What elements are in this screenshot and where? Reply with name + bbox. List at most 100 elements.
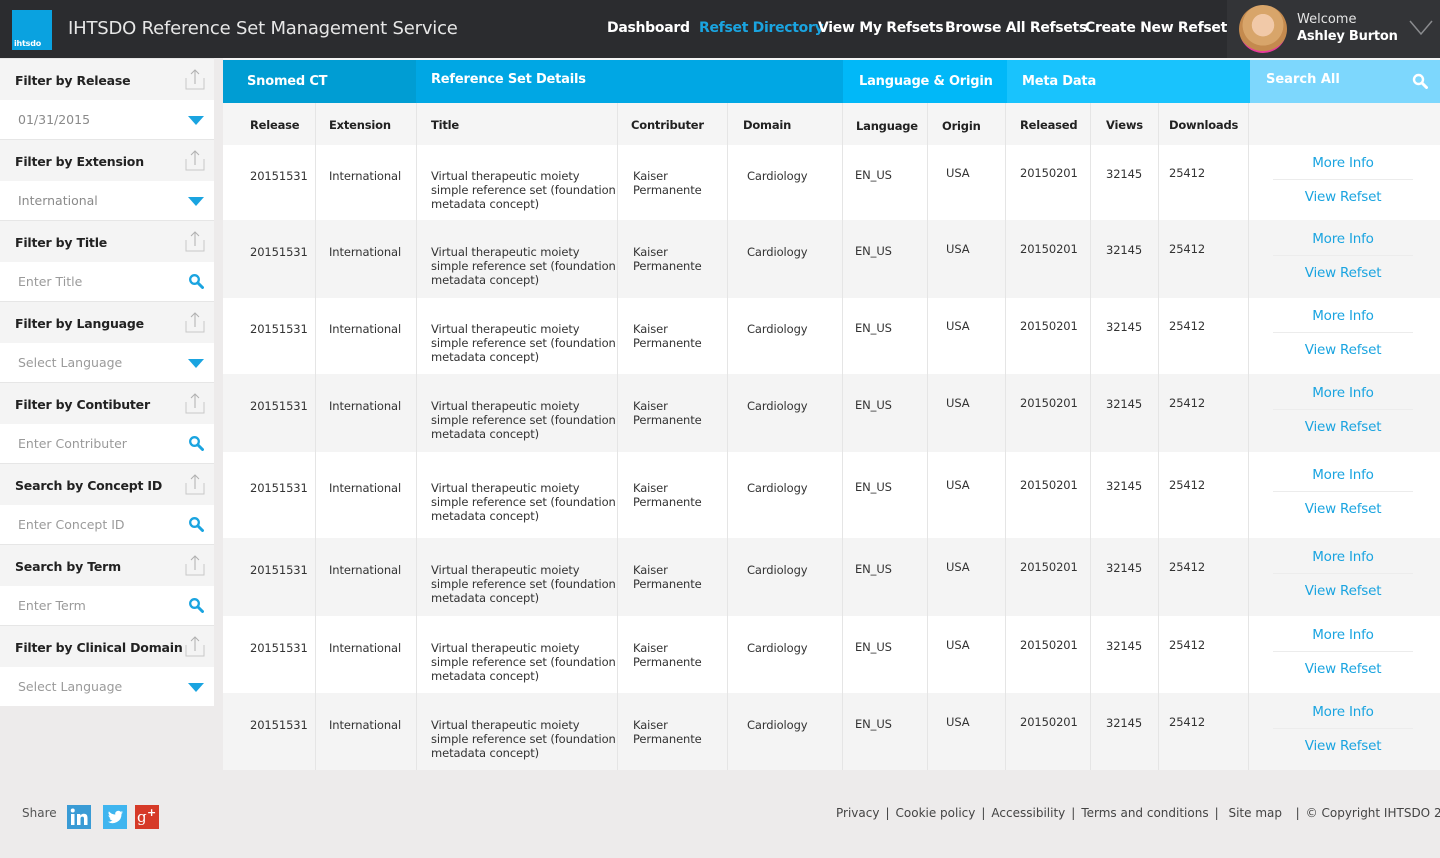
more-info-link[interactable]: More Info [1269, 385, 1417, 401]
cell-downloads: 25412 [1169, 478, 1206, 492]
more-info-link[interactable]: More Info [1269, 308, 1417, 324]
search-icon[interactable] [1412, 73, 1428, 89]
cell-origin: USA [946, 478, 970, 492]
footer-links: Privacy | Cookie policy | Accessibility | Term… [836, 806, 1440, 820]
more-info-link[interactable]: More Info [1269, 704, 1417, 720]
more-info-link[interactable]: More Info [1269, 549, 1417, 565]
avatar[interactable] [1239, 5, 1287, 53]
filter-header: Search by Term [0, 544, 214, 586]
footer-link-privacy[interactable]: Privacy [836, 806, 879, 820]
filter-search-field[interactable] [0, 424, 214, 463]
view-refset-link[interactable]: View Refset [1269, 661, 1417, 677]
nav-refset-directory[interactable]: Refset Directory [699, 20, 824, 36]
chevron-down-icon[interactable] [1409, 18, 1433, 38]
linkedin-icon[interactable] [67, 805, 91, 829]
upload-icon[interactable] [185, 392, 205, 414]
upload-icon[interactable] [185, 149, 205, 171]
dropdown-caret-icon[interactable] [188, 683, 204, 692]
filter-input[interactable] [18, 193, 178, 208]
footer-link-site-map[interactable]: Site map [1228, 806, 1282, 820]
upload-icon[interactable] [185, 473, 205, 495]
nav-create-new-refset[interactable]: Create New Refset [1085, 20, 1227, 36]
dropdown-caret-icon[interactable] [188, 359, 204, 368]
footer-link-accessibility[interactable]: Accessibility [991, 806, 1065, 820]
filter-label: Search by Term [15, 559, 121, 574]
filter-input[interactable] [18, 517, 178, 532]
filter-input[interactable] [18, 112, 178, 127]
filter-header: Filter by Language [0, 301, 214, 343]
view-refset-link[interactable]: View Refset [1269, 342, 1417, 358]
cell-downloads: 25412 [1169, 715, 1206, 729]
filter-input[interactable] [18, 436, 178, 451]
more-info-link[interactable]: More Info [1269, 627, 1417, 643]
google-plus-icon[interactable]: g + [135, 805, 159, 829]
filter-input[interactable] [18, 355, 178, 370]
filter-input[interactable] [18, 598, 178, 613]
cell-views: 32145 [1106, 320, 1143, 334]
upload-icon[interactable] [185, 554, 205, 576]
ihtsdo-logo[interactable]: ihtsdo [12, 10, 52, 50]
column-header-language[interactable]: Language [856, 119, 918, 133]
search-all-input[interactable] [1266, 72, 1406, 87]
footer-link-cookie-policy[interactable]: Cookie policy [896, 806, 976, 820]
filter-search-field[interactable] [0, 505, 214, 544]
cell-extension: International [329, 245, 402, 259]
dropdown-caret-icon[interactable] [188, 116, 204, 125]
filter-select[interactable] [0, 181, 214, 220]
filter-select[interactable] [0, 100, 214, 139]
view-refset-link[interactable]: View Refset [1269, 583, 1417, 599]
nav-dashboard[interactable]: Dashboard [607, 20, 690, 36]
column-header-domain[interactable]: Domain [743, 118, 791, 132]
column-header-release[interactable]: Release [250, 118, 300, 132]
view-refset-link[interactable]: View Refset [1269, 501, 1417, 517]
filter-select[interactable] [0, 667, 214, 706]
cell-contributer: Kaiser Permanente [633, 169, 702, 197]
column-header-released[interactable]: Released [1020, 118, 1078, 132]
cell-extension: International [329, 399, 402, 413]
column-header-views[interactable]: Views [1106, 118, 1143, 132]
dropdown-caret-icon[interactable] [188, 197, 204, 206]
cell-language: EN_US [855, 640, 892, 654]
nav-browse-all-refsets[interactable]: Browse All Refsets [945, 20, 1087, 36]
cell-views: 32145 [1106, 243, 1143, 257]
upload-icon[interactable] [185, 68, 205, 90]
view-refset-link[interactable]: View Refset [1269, 189, 1417, 205]
column-header-downloads[interactable]: Downloads [1169, 118, 1238, 132]
row-actions: More Info View Refset [1269, 549, 1417, 599]
tab-meta-data[interactable]: Meta Data [1007, 60, 1250, 103]
cell-origin: USA [946, 560, 970, 574]
view-refset-link[interactable]: View Refset [1269, 419, 1417, 435]
search-icon[interactable] [188, 435, 204, 451]
column-header-title[interactable]: Title [431, 118, 459, 132]
tab-language-origin[interactable]: Language & Origin [843, 60, 1007, 103]
twitter-icon[interactable] [103, 805, 127, 829]
view-refset-link[interactable]: View Refset [1269, 738, 1417, 754]
column-header-extension[interactable]: Extension [329, 118, 391, 132]
upload-icon[interactable] [185, 311, 205, 333]
more-info-link[interactable]: More Info [1269, 231, 1417, 247]
filter-input[interactable] [18, 679, 178, 694]
cell-downloads: 25412 [1169, 166, 1206, 180]
search-icon[interactable] [188, 273, 204, 289]
filter-search-field[interactable] [0, 586, 214, 625]
nav-view-my-refsets[interactable]: View My Refsets [818, 20, 944, 36]
more-info-link[interactable]: More Info [1269, 467, 1417, 483]
column-header-contributer[interactable]: Contributer [631, 118, 704, 132]
divider: | [1214, 806, 1219, 820]
cell-origin: USA [946, 242, 970, 256]
cell-contributer: Kaiser Permanente [633, 399, 702, 427]
upload-icon[interactable] [185, 230, 205, 252]
upload-icon[interactable] [185, 635, 205, 657]
search-icon[interactable] [188, 516, 204, 532]
filter-search-field[interactable] [0, 262, 214, 301]
tab-snomed-ct[interactable]: Snomed CT [223, 60, 416, 103]
search-icon[interactable] [188, 597, 204, 613]
filter-input[interactable] [18, 274, 178, 289]
more-info-link[interactable]: More Info [1269, 155, 1417, 171]
user-menu[interactable]: Welcome Ashley Burton [1227, 0, 1440, 58]
view-refset-link[interactable]: View Refset [1269, 265, 1417, 281]
filter-select[interactable] [0, 343, 214, 382]
footer-link-terms[interactable]: Terms and conditions [1081, 806, 1208, 820]
column-header-origin[interactable]: Origin [942, 119, 981, 133]
tab-reference-set-details[interactable]: Reference Set Details [416, 60, 843, 103]
